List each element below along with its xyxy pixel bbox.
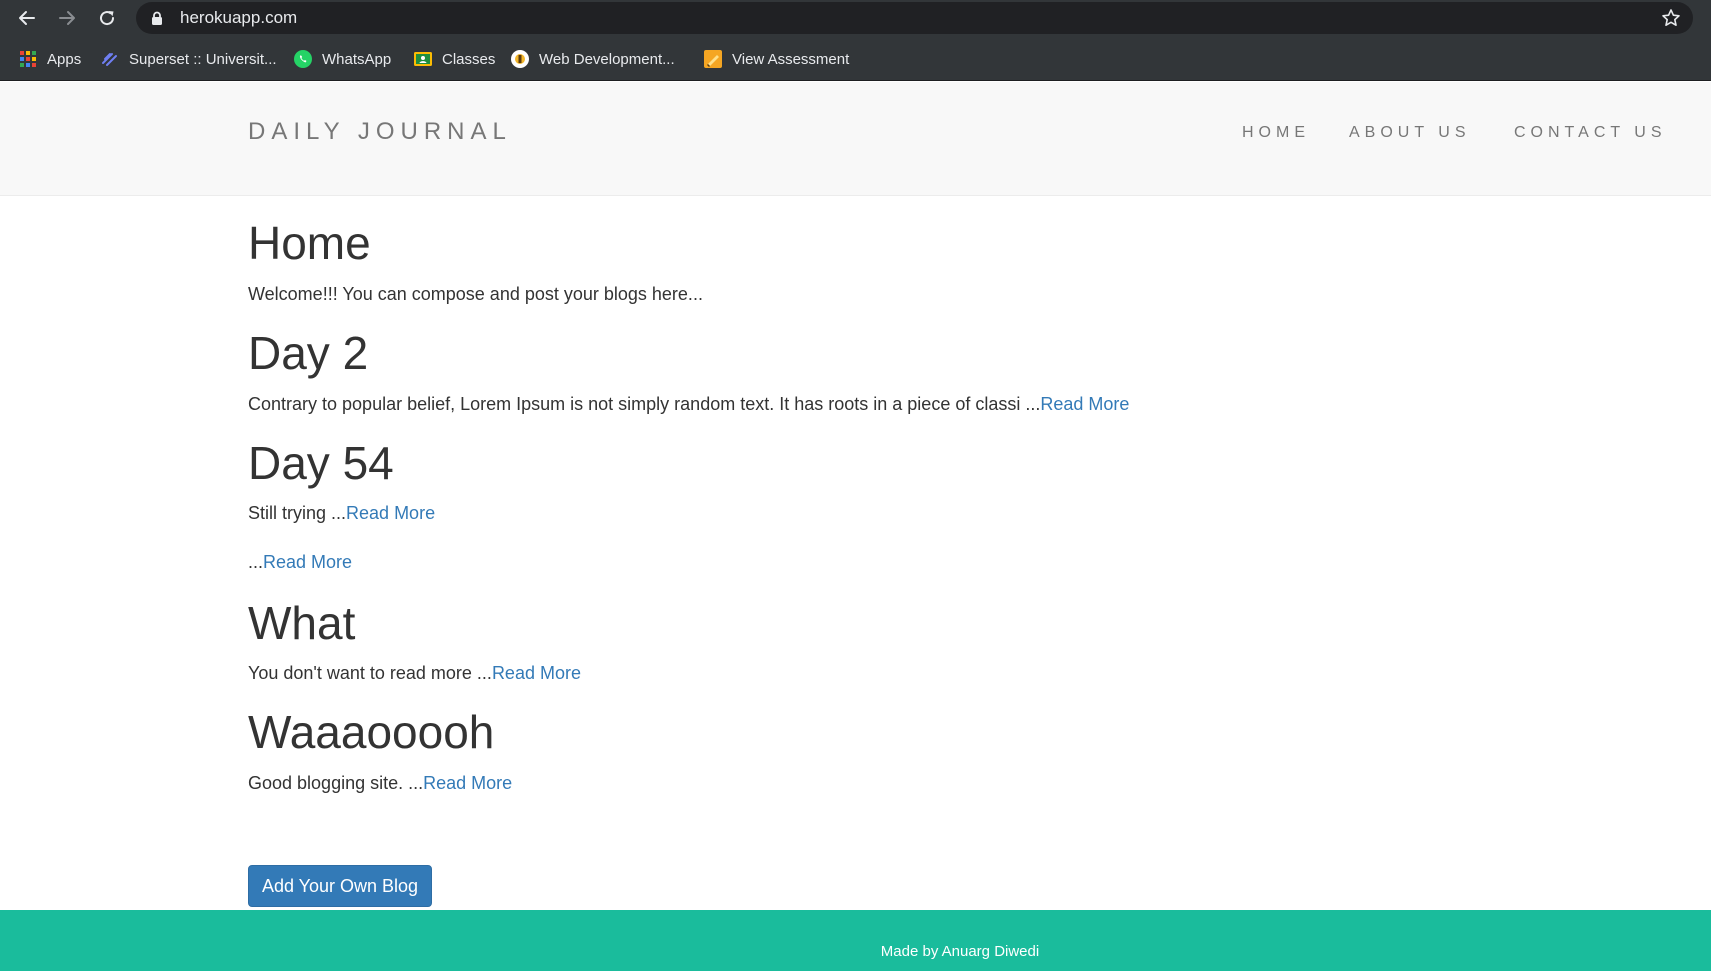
- bookmark-superset[interactable]: Superset :: Universit...: [100, 47, 277, 71]
- post-title: Day 2: [248, 326, 369, 379]
- bookmarks-bar: Apps Superset :: Universit... WhatsApp C…: [0, 36, 1711, 81]
- back-button[interactable]: [13, 4, 41, 32]
- bookmark-label: Superset :: Universit...: [129, 50, 277, 68]
- bookmark-label: Apps: [47, 50, 82, 68]
- post-excerpt: Still trying ...Read More: [248, 501, 1463, 526]
- bookmark-label: View Assessment: [732, 50, 850, 68]
- bookmark-web-development[interactable]: Web Development...: [510, 47, 675, 71]
- bookmark-whatsapp[interactable]: WhatsApp: [293, 47, 391, 71]
- bookmark-classes[interactable]: Classes: [413, 47, 495, 71]
- post-excerpt-text: Good blogging site. ...: [248, 772, 424, 793]
- back-arrow-icon: [19, 11, 35, 25]
- bookmark-star-icon[interactable]: [1661, 8, 1681, 28]
- bookmark-view-assessment[interactable]: View Assessment: [703, 47, 849, 71]
- page-title: Home: [248, 217, 371, 269]
- post-title: What: [248, 596, 356, 649]
- forward-button[interactable]: [53, 4, 81, 32]
- post-excerpt: Good blogging site. ...Read More: [248, 771, 1463, 796]
- post-excerpt-text: ...: [248, 552, 264, 573]
- read-more-link[interactable]: Read More: [346, 503, 435, 523]
- add-blog-button[interactable]: Add Your Own Blog: [248, 865, 432, 907]
- browser-toolbar: herokuapp.com: [0, 0, 1711, 36]
- bookmark-apps[interactable]: Apps: [18, 47, 81, 71]
- read-more-link[interactable]: Read More: [1040, 394, 1129, 414]
- post-excerpt-text: You don't want to read more ...: [248, 663, 492, 684]
- bookmark-label: Classes: [442, 50, 496, 68]
- post-excerpt-text: Contrary to popular belief, Lorem Ipsum …: [248, 394, 1041, 415]
- site-brand[interactable]: DAILY JOURNAL: [248, 118, 512, 146]
- superset-icon: [102, 53, 117, 66]
- site-navbar: DAILY JOURNAL HOME ABOUT US CONTACT US: [0, 82, 1711, 196]
- nav-home[interactable]: HOME: [1242, 124, 1310, 142]
- read-more-link[interactable]: Read More: [492, 663, 581, 683]
- reload-button[interactable]: [93, 4, 121, 32]
- post-title: Day 54: [248, 436, 394, 489]
- nav-contact-us[interactable]: CONTACT US: [1514, 124, 1667, 142]
- whatsapp-icon: [294, 50, 312, 68]
- course-icon: [511, 50, 529, 68]
- post-excerpt: Contrary to popular belief, Lorem Ipsum …: [248, 392, 1463, 417]
- post-excerpt: You don't want to read more ...Read More: [248, 661, 1463, 686]
- post-title: Waaaooooh: [248, 706, 495, 759]
- apps-grid-icon: [20, 51, 36, 67]
- reload-icon: [100, 11, 115, 26]
- site-footer: Made by Anuarg Diwedi: [0, 910, 1711, 971]
- assessment-icon: [704, 50, 722, 68]
- nav-about-us[interactable]: ABOUT US: [1349, 124, 1471, 142]
- address-bar[interactable]: herokuapp.com: [136, 2, 1693, 34]
- classroom-icon: [414, 52, 432, 66]
- lock-icon: [152, 11, 162, 25]
- footer-credit: Made by Anuarg Diwedi: [880, 943, 1040, 960]
- url-text[interactable]: herokuapp.com: [180, 8, 297, 28]
- post-excerpt-text: Still trying ...: [248, 503, 347, 524]
- bookmark-label: WhatsApp: [322, 50, 392, 68]
- read-more-link[interactable]: Read More: [263, 552, 352, 572]
- main-content: Home Welcome!!! You can compose and post…: [248, 196, 1463, 796]
- post-excerpt: ...Read More: [248, 550, 1463, 575]
- forward-arrow-icon: [59, 11, 75, 25]
- bookmark-label: Web Development...: [539, 50, 675, 68]
- read-more-link[interactable]: Read More: [423, 773, 512, 793]
- page-intro: Welcome!!! You can compose and post your…: [248, 283, 703, 304]
